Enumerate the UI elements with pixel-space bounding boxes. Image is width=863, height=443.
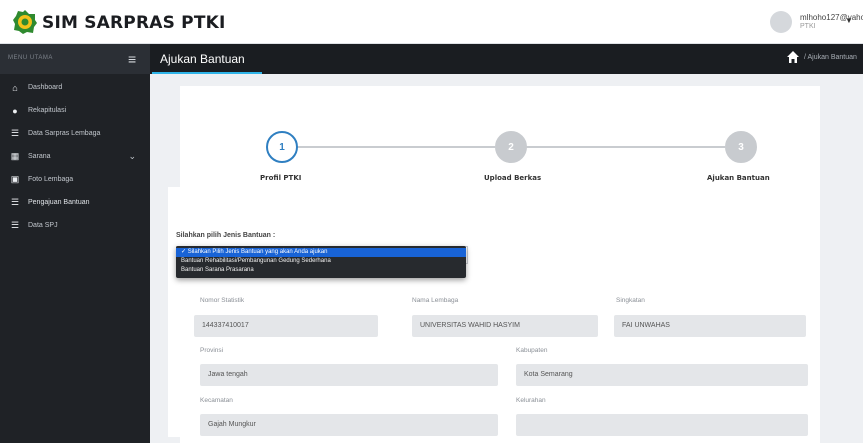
field-value: FAI UNWAHAS: [622, 322, 670, 329]
sidebar-item-data-spj[interactable]: ☰ Data SPJ: [0, 214, 150, 237]
provinsi-field[interactable]: Jawa tengah: [200, 364, 498, 386]
sidebar-item-data-sarpras[interactable]: ☰ Data Sarpras Lembaga: [0, 122, 150, 145]
user-email[interactable]: mlhoho127@yahoo.com: [800, 13, 863, 22]
field-value: Gajah Mungkur: [208, 421, 256, 428]
database-icon: ●: [12, 105, 18, 116]
sidebar-item-label: Foto Lembaga: [28, 176, 74, 183]
dropdown-option[interactable]: ✓ Silahkan Pilih Jenis Bantuan yang akan…: [176, 248, 466, 257]
sidebar-item-pengajuan-bantuan[interactable]: ☰ Pengajuan Bantuan: [0, 191, 150, 214]
sidebar-item-sarana[interactable]: ▦ Sarana ⌄: [0, 145, 150, 168]
sidebar-item-label: Data SPJ: [28, 222, 58, 229]
step-2-circle[interactable]: 2: [495, 131, 527, 163]
sidebar-item-label: Pengajuan Bantuan: [28, 199, 90, 206]
sidebar-item-rekapitulasi[interactable]: ● Rekapitulasi: [0, 99, 150, 122]
page-title: Ajukan Bantuan: [160, 52, 245, 66]
page-header: Ajukan Bantuan / Ajukan Bantuan: [150, 44, 863, 74]
step-number: 1: [279, 141, 285, 153]
field-value: Kota Semarang: [524, 371, 573, 378]
list-icon: ☰: [10, 197, 20, 207]
main-content: 1 2 3 Profil PTKI Upload Berkas Ajukan B…: [150, 74, 863, 443]
top-bar: SIM SARPRAS PTKI mlhoho127@yahoo.com PTK…: [0, 0, 863, 44]
step-number: 3: [738, 141, 744, 153]
kecamatan-field[interactable]: Gajah Mungkur: [200, 414, 498, 436]
sidebar-item-foto-lembaga[interactable]: ▣ Foto Lembaga: [0, 168, 150, 191]
step-1-circle[interactable]: 1: [266, 131, 298, 163]
list-icon: ☰: [10, 128, 20, 138]
step-connector: [525, 146, 725, 148]
nama-lembaga-label: Nama Lembaga: [412, 297, 459, 304]
nomor-statistik-field[interactable]: 144337410017: [194, 315, 378, 337]
kelurahan-label: Kelurahan: [516, 397, 546, 404]
nama-lembaga-field[interactable]: UNIVERSITAS WAHID HASYIM: [412, 315, 598, 337]
step-2-label: Upload Berkas: [484, 174, 542, 182]
field-value: 144337410017: [202, 322, 249, 329]
user-subtitle: PTKI: [800, 23, 816, 30]
provinsi-label: Provinsi: [200, 347, 224, 354]
dropdown-option[interactable]: Bantuan Rehabilitasi/Pembangunan Gedung …: [176, 257, 466, 266]
singkatan-field[interactable]: FAI UNWAHAS: [614, 315, 806, 337]
sidebar-item-label: Dashboard: [28, 84, 63, 91]
chevron-down-icon[interactable]: ▼: [845, 16, 853, 25]
list-icon: ☰: [10, 220, 20, 230]
menu-toggle-icon[interactable]: ≡: [128, 51, 136, 67]
step-number: 2: [508, 141, 514, 153]
kecamatan-label: Kecamatan: [200, 397, 233, 404]
sidebar-item-dashboard[interactable]: ⌂ Dashboard: [0, 76, 150, 99]
kemenag-logo-icon: [13, 10, 37, 34]
chevron-down-icon: ⌄: [128, 151, 136, 161]
sidebar-header-label: MENU UTAMA: [8, 55, 53, 61]
step-3-label: Ajukan Bantuan: [707, 174, 770, 182]
field-value: Jawa tengah: [208, 371, 248, 378]
step-3-circle[interactable]: 3: [725, 131, 757, 163]
step-1-label: Profil PTKI: [260, 174, 302, 182]
sidebar-item-label: Sarana: [28, 153, 51, 160]
sidebar-header: MENU UTAMA ≡: [0, 44, 150, 74]
sidebar-item-label: Rekapitulasi: [28, 107, 67, 114]
jenis-bantuan-prompt: Silahkan pilih Jenis Bantuan :: [176, 232, 276, 239]
field-value: UNIVERSITAS WAHID HASYIM: [420, 322, 520, 329]
kabupaten-field[interactable]: Kota Semarang: [516, 364, 808, 386]
singkatan-label: Singkatan: [616, 297, 645, 304]
brand-title[interactable]: SIM SARPRAS PTKI: [42, 13, 226, 33]
avatar[interactable]: [770, 11, 792, 33]
home-icon[interactable]: [786, 50, 800, 64]
image-icon: ▣: [10, 174, 20, 184]
sidebar: MENU UTAMA ≡ ⌂ Dashboard ● Rekapitulasi …: [0, 44, 150, 443]
form-panel: [168, 187, 792, 437]
home-icon: ⌂: [12, 82, 18, 93]
sidebar-item-label: Data Sarpras Lembaga: [28, 130, 101, 137]
kelurahan-field[interactable]: [516, 414, 808, 436]
nomor-statistik-label: Nomor Statistik: [200, 297, 245, 304]
step-connector: [295, 146, 495, 148]
breadcrumb[interactable]: / Ajukan Bantuan: [804, 54, 857, 61]
grid-icon: ▦: [10, 151, 20, 161]
kabupaten-label: Kabupaten: [516, 347, 548, 354]
dropdown-option[interactable]: Bantuan Sarana Prasarana: [176, 266, 466, 275]
jenis-bantuan-dropdown[interactable]: ✓ Silahkan Pilih Jenis Bantuan yang akan…: [176, 246, 466, 278]
